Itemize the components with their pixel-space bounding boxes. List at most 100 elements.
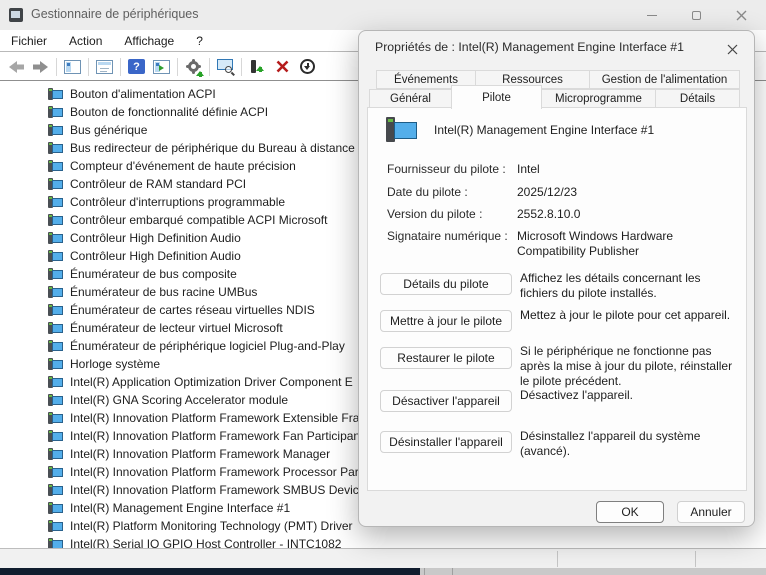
- device-icon: [48, 322, 63, 335]
- tree-item-label: Horloge système: [70, 357, 160, 371]
- tree-item-label: Intel(R) Innovation Platform Framework E…: [70, 411, 359, 425]
- device-icon: [48, 178, 63, 191]
- field-value: 2552.8.10.0: [517, 207, 735, 222]
- driver-details-button[interactable]: Détails du pilote: [380, 273, 512, 295]
- minimize-icon: [647, 15, 657, 16]
- device-manager-app-icon: [9, 8, 23, 22]
- show-console-tree-button[interactable]: [60, 55, 85, 79]
- status-bar-separator: [695, 551, 696, 567]
- tree-item-label: Énumérateur de bus composite: [70, 267, 237, 281]
- show-console-tree-icon: [64, 60, 81, 74]
- close-button[interactable]: [719, 0, 763, 30]
- menu-affichage[interactable]: Affichage: [113, 30, 185, 51]
- properties-dialog: Propriétés de : Intel(R) Management Engi…: [358, 30, 755, 527]
- tab-general[interactable]: Général: [369, 89, 452, 108]
- uninstall-device-icon: [250, 59, 266, 74]
- dialog-close-button[interactable]: [720, 37, 744, 61]
- device-icon: [48, 376, 63, 389]
- tree-item-label: Bus générique: [70, 123, 147, 137]
- remove-button[interactable]: [270, 55, 295, 79]
- maximize-button[interactable]: [674, 0, 718, 30]
- update-driver-button-dialog[interactable]: Mettre à jour le pilote: [380, 310, 512, 332]
- tab-row-2: Général Pilote Microprogramme Détails: [369, 89, 740, 108]
- green-up-arrow-icon: [196, 67, 205, 78]
- tree-item-label: Contrôleur d'interruptions programmable: [70, 195, 285, 209]
- field-label: Date du pilote :: [387, 185, 468, 199]
- device-icon-large: [386, 117, 418, 144]
- window-title: Gestionnaire de périphériques: [31, 7, 198, 21]
- status-bar: [0, 548, 766, 568]
- device-icon: [48, 196, 63, 209]
- disable-device-button[interactable]: [295, 55, 320, 79]
- tree-item-label: Énumérateur de cartes réseau virtuelles …: [70, 303, 315, 317]
- maximize-icon: [692, 11, 701, 20]
- field-value: Intel: [517, 162, 735, 177]
- help-button[interactable]: ?: [124, 55, 149, 79]
- update-driver-button[interactable]: [181, 55, 206, 79]
- driver-details-description: Affichez les détails concernant les fich…: [520, 271, 738, 301]
- tree-item-label: Intel(R) Innovation Platform Framework P…: [70, 465, 362, 479]
- device-icon: [48, 466, 63, 479]
- device-icon: [48, 430, 63, 443]
- tab-row-1: Événements Ressources Gestion de l'alime…: [376, 70, 740, 89]
- show-action-pane-button[interactable]: [149, 55, 174, 79]
- close-icon: [727, 44, 738, 55]
- tree-item-label: Contrôleur High Definition Audio: [70, 231, 241, 245]
- band-separator: [424, 568, 425, 575]
- roll-back-driver-button[interactable]: Restaurer le pilote: [380, 347, 512, 369]
- tree-item-label: Intel(R) Application Optimization Driver…: [70, 375, 353, 389]
- menu-action[interactable]: Action: [58, 30, 113, 51]
- tree-item-label: Énumérateur de bus racine UMBus: [70, 285, 257, 299]
- tree-item-label: Énumérateur de périphérique logiciel Plu…: [70, 339, 345, 353]
- device-icon: [48, 268, 63, 281]
- forward-icon: [32, 60, 50, 74]
- back-icon: [7, 60, 25, 74]
- update-driver-description: Mettez à jour le pilote pour cet apparei…: [520, 308, 738, 323]
- field-label: Signataire numérique :: [387, 229, 508, 243]
- tab-gestion-alimentation[interactable]: Gestion de l'alimentation: [589, 70, 740, 89]
- tab-microprogramme[interactable]: Microprogramme: [541, 89, 656, 108]
- device-icon: [48, 502, 63, 515]
- green-up-arrow-icon: [256, 62, 265, 73]
- tree-item[interactable]: Intel(R) Serial IO GPIO Host Controller …: [48, 535, 766, 548]
- properties-button[interactable]: [92, 55, 117, 79]
- taskbar-edge: [0, 568, 420, 575]
- menu-aide[interactable]: ?: [185, 30, 214, 51]
- dialog-title: Propriétés de : Intel(R) Management Engi…: [375, 40, 684, 54]
- device-icon: [48, 286, 63, 299]
- toolbar-separator: [56, 58, 57, 76]
- scan-hardware-changes-icon: [217, 59, 235, 74]
- scan-hardware-changes-button[interactable]: [213, 55, 238, 79]
- roll-back-driver-description: Si le périphérique ne fonctionne pas apr…: [520, 344, 738, 389]
- field-value: 2025/12/23: [517, 185, 735, 200]
- uninstall-device-description: Désinstallez l'appareil du système (avan…: [520, 429, 738, 459]
- device-icon: [48, 250, 63, 263]
- uninstall-device-button-dialog[interactable]: Désinstaller l'appareil: [380, 431, 512, 453]
- device-icon: [48, 160, 63, 173]
- device-name: Intel(R) Management Engine Interface #1: [434, 123, 654, 137]
- tree-item-label: Intel(R) Innovation Platform Framework M…: [70, 447, 330, 461]
- back-button[interactable]: [3, 55, 28, 79]
- device-icon: [48, 448, 63, 461]
- tree-item-label: Intel(R) Innovation Platform Framework F…: [70, 429, 360, 443]
- tab-details[interactable]: Détails: [655, 89, 740, 108]
- toolbar-separator: [241, 58, 242, 76]
- tree-item-label: Contrôleur High Definition Audio: [70, 249, 241, 263]
- menu-fichier[interactable]: Fichier: [0, 30, 58, 51]
- tab-pilote[interactable]: Pilote: [451, 85, 542, 109]
- status-bar-separator: [557, 551, 558, 567]
- disable-device-button-dialog[interactable]: Désactiver l'appareil: [380, 390, 512, 412]
- tree-item-label: Bouton de fonctionnalité définie ACPI: [70, 105, 268, 119]
- tree-item-label: Compteur d'événement de haute précision: [70, 159, 296, 173]
- uninstall-device-button[interactable]: [245, 55, 270, 79]
- device-icon: [48, 124, 63, 137]
- remove-icon: [276, 60, 289, 73]
- band-separator: [452, 568, 453, 575]
- ok-button[interactable]: OK: [596, 501, 664, 523]
- forward-button[interactable]: [28, 55, 53, 79]
- tree-item-label: Intel(R) Innovation Platform Framework S…: [70, 483, 365, 497]
- close-icon: [736, 10, 747, 21]
- cancel-button[interactable]: Annuler: [677, 501, 745, 523]
- minimize-button[interactable]: [630, 0, 674, 30]
- device-icon: [48, 106, 63, 119]
